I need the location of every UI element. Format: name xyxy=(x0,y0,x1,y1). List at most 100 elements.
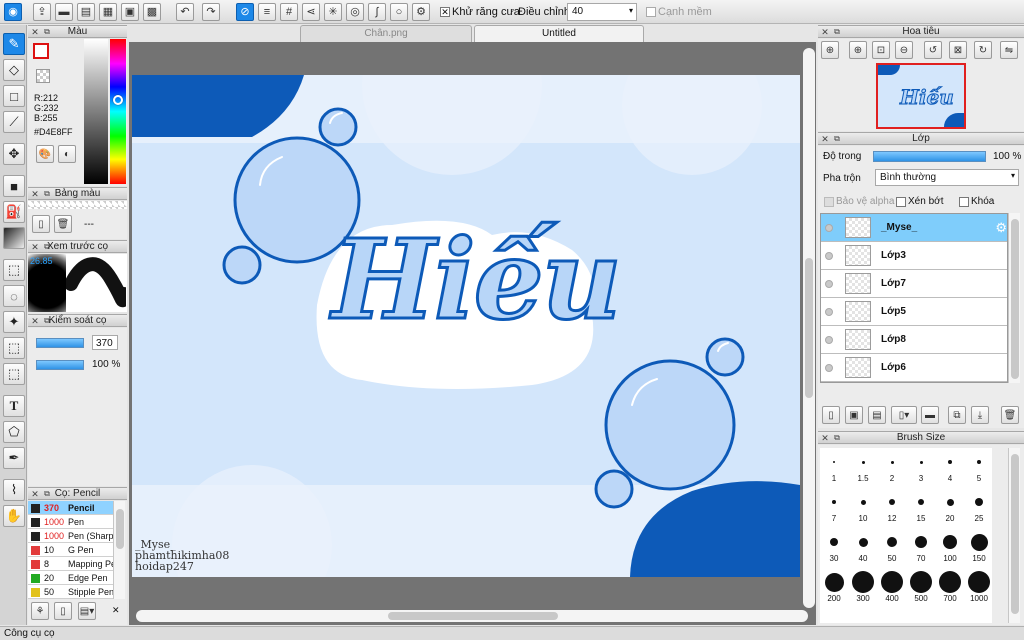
brush-size-option[interactable]: 1.5 xyxy=(849,450,877,483)
close-icon[interactable]: ✕ xyxy=(820,134,830,144)
layer-opacity-slider[interactable] xyxy=(873,151,986,162)
close-icon[interactable]: ✕ xyxy=(820,27,830,37)
select-pen-icon[interactable]: ⬚ xyxy=(3,337,25,359)
parallel-snap-icon[interactable]: ≡ xyxy=(258,3,276,21)
grid-snap-icon[interactable]: # xyxy=(280,3,298,21)
snap-off-icon[interactable]: ⊘ xyxy=(236,3,254,21)
detach-icon[interactable]: ⧉ xyxy=(42,189,52,199)
brush-size-option[interactable]: 50 xyxy=(878,530,906,563)
protect-alpha-checkbox[interactable] xyxy=(824,197,834,207)
grid-view-icon[interactable]: ▦ xyxy=(99,3,117,21)
layer-row[interactable]: Lớp8 xyxy=(821,326,1007,354)
brush-size-option[interactable]: 5 xyxy=(965,450,993,483)
close-icon[interactable]: ✕ xyxy=(112,605,120,616)
canvas[interactable]: Hiếu _Myse_ phamthikimha08 hoidap247 xyxy=(132,75,800,577)
brush-size-option[interactable]: 700 xyxy=(936,570,964,603)
magic-wand-icon[interactable]: ✦ xyxy=(3,311,25,333)
gear-icon[interactable]: ⚙ xyxy=(995,220,1007,236)
new-folder-icon[interactable]: ▬ xyxy=(921,406,939,424)
lock-checkbox[interactable] xyxy=(959,197,969,207)
brush-list-scrollbar[interactable] xyxy=(113,501,125,599)
select-rect-icon[interactable]: ⬚ xyxy=(3,259,25,281)
brush-list-item[interactable]: 50 Stipple Pen xyxy=(28,585,113,599)
zoom-actual-icon[interactable]: ⊡ xyxy=(872,41,890,59)
close-icon[interactable]: ✕ xyxy=(30,489,40,499)
brush-size-option[interactable]: 300 xyxy=(849,570,877,603)
lasso-icon[interactable]: ◌ xyxy=(3,285,25,307)
scroll-thumb[interactable] xyxy=(388,612,558,620)
detach-icon[interactable]: ⧉ xyxy=(832,27,842,37)
detach-icon[interactable]: ⧉ xyxy=(42,27,52,37)
brush-size-option[interactable]: 1 xyxy=(820,450,848,483)
app-menu-icon[interactable]: ◉ xyxy=(4,3,22,21)
new-layer-icon[interactable]: ▯ xyxy=(822,406,840,424)
eraser-tool-icon[interactable]: ◇ xyxy=(3,59,25,81)
layer-row[interactable]: _Myse_ ⚙ xyxy=(821,214,1007,242)
brush-size-option[interactable]: 70 xyxy=(907,530,935,563)
redo-icon[interactable]: ↷ xyxy=(202,3,220,21)
export-icon[interactable]: ⇪ xyxy=(33,3,51,21)
brush-size-option[interactable]: 25 xyxy=(965,490,993,523)
close-icon[interactable]: ✕ xyxy=(30,242,40,252)
close-icon[interactable]: ✕ xyxy=(30,316,40,326)
brush-list-item[interactable]: 10 G Pen xyxy=(28,543,113,557)
move-tool-icon[interactable]: ✥ xyxy=(3,143,25,165)
detach-icon[interactable]: ⧉ xyxy=(42,316,52,326)
adjust-select[interactable]: 40 ▾ xyxy=(567,3,637,21)
rotate-right-icon[interactable]: ↻ xyxy=(974,41,992,59)
layer-row[interactable]: Lớp3 xyxy=(821,242,1007,270)
canvas-vscrollbar[interactable] xyxy=(803,48,815,608)
layer-list-scrollbar[interactable] xyxy=(1008,213,1020,383)
brush-size-option[interactable]: 12 xyxy=(878,490,906,523)
new-palette-icon[interactable]: ▯ xyxy=(32,215,50,233)
brush-size-option[interactable]: 15 xyxy=(907,490,935,523)
fill-rect-tool-icon[interactable]: ■ xyxy=(3,175,25,197)
color-palette-icon[interactable]: 🎨 xyxy=(36,145,54,163)
close-icon[interactable]: ✕ xyxy=(30,189,40,199)
brush-size-option[interactable]: 100 xyxy=(936,530,964,563)
antialias-checkbox[interactable]: ✕ xyxy=(440,7,450,17)
tab-chan-png[interactable]: Chân.png xyxy=(300,25,472,42)
delete-layer-icon[interactable]: 🗑 xyxy=(1001,406,1019,424)
radial-snap-icon[interactable]: ✳ xyxy=(324,3,342,21)
brush-size-option[interactable]: 3 xyxy=(907,450,935,483)
snap-settings-icon[interactable]: ⚙ xyxy=(412,3,430,21)
brush-size-option[interactable]: 200 xyxy=(820,570,848,603)
close-icon[interactable]: ✕ xyxy=(820,433,830,443)
brush-list-item[interactable]: 1000 Pen (Sharp) xyxy=(28,529,113,543)
zoom-out-icon[interactable]: ⊖ xyxy=(895,41,913,59)
scroll-thumb[interactable] xyxy=(805,258,813,398)
layer-row[interactable]: Lớp7 xyxy=(821,270,1007,298)
select-eraser-icon[interactable]: ⬚ xyxy=(3,363,25,385)
brush-opacity-slider[interactable] xyxy=(36,360,84,370)
brush-size-slider[interactable] xyxy=(36,338,84,348)
brush-tool-icon[interactable]: ✎ xyxy=(3,33,25,55)
layer-view-icon[interactable]: ▤ xyxy=(77,3,95,21)
snap-icon[interactable]: ▣ xyxy=(121,3,139,21)
pen-tool-icon[interactable]: ✒ xyxy=(3,447,25,469)
duplicate-layer-icon[interactable]: ⧉ xyxy=(948,406,966,424)
delete-palette-icon[interactable]: 🗑 xyxy=(54,215,72,233)
visibility-icon[interactable] xyxy=(825,280,833,288)
detach-icon[interactable]: ⧉ xyxy=(832,134,842,144)
brush-size-option[interactable]: 1000 xyxy=(965,570,993,603)
detach-icon[interactable]: ⧉ xyxy=(42,489,52,499)
canvas-hscrollbar[interactable] xyxy=(136,610,808,622)
brush-size-value[interactable]: 370 xyxy=(92,335,118,350)
line-tool-icon[interactable]: ⟋ xyxy=(3,111,25,133)
eyedropper-tool-icon[interactable]: ⌇ xyxy=(3,479,25,501)
brightness-gradient[interactable] xyxy=(84,39,108,184)
perspective-snap-icon[interactable]: ⋖ xyxy=(302,3,320,21)
brush-size-option[interactable]: 7 xyxy=(820,490,848,523)
reset-view-icon[interactable]: ⊠ xyxy=(949,41,967,59)
hue-handle[interactable] xyxy=(113,95,123,105)
close-icon[interactable]: ✕ xyxy=(30,27,40,37)
brush-size-option[interactable]: 10 xyxy=(849,490,877,523)
flip-icon[interactable]: ⇋ xyxy=(1000,41,1018,59)
visibility-icon[interactable] xyxy=(825,224,833,232)
color-picker-icon[interactable]: ◐ xyxy=(58,145,76,163)
zoom-fit-icon[interactable]: ⊕ xyxy=(821,41,839,59)
scroll-thumb[interactable] xyxy=(1011,454,1019,614)
rotate-left-icon[interactable]: ↺ xyxy=(924,41,942,59)
new-brush-icon[interactable]: ▯ xyxy=(54,602,72,620)
